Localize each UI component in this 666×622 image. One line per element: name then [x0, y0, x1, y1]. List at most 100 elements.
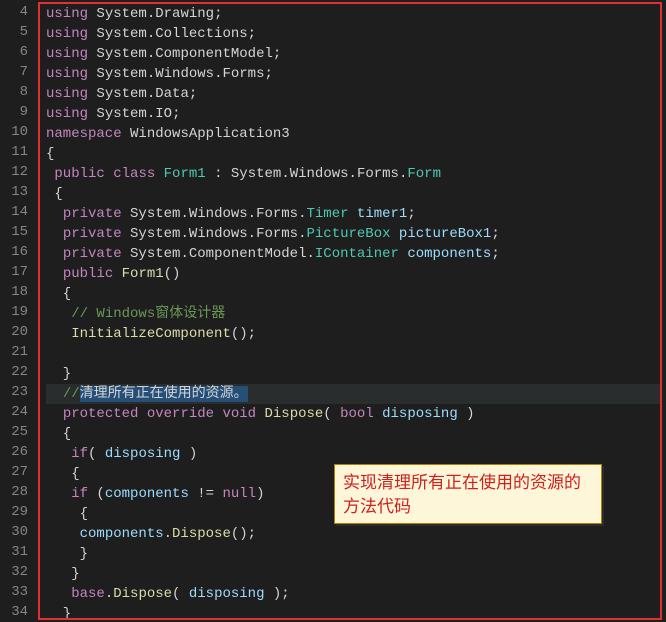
- variable: disposing: [189, 586, 265, 602]
- selected-text: 清理所有正在使用的资源。: [80, 386, 248, 402]
- code-line: using System.IO;: [46, 104, 660, 124]
- line-number: 14: [0, 202, 34, 222]
- line-number: 33: [0, 582, 34, 602]
- code-line: [46, 344, 660, 364]
- line-number: 29: [0, 502, 34, 522]
- code-line: using System.Windows.Forms;: [46, 64, 660, 84]
- code-line: base.Dispose( disposing );: [46, 584, 660, 604]
- code-line: private System.Windows.Forms.Timer timer…: [46, 204, 660, 224]
- comment-prefix: //: [63, 386, 80, 402]
- line-number: 28: [0, 482, 34, 502]
- line-number: 20: [0, 322, 34, 342]
- keyword: public: [54, 166, 104, 182]
- line-number-gutter: 4567891011121314151617181920212223242526…: [0, 0, 34, 622]
- namespace-part: Drawing: [155, 6, 214, 22]
- keyword: base: [71, 586, 105, 602]
- keyword: using: [46, 46, 88, 62]
- variable: components: [407, 246, 491, 262]
- line-number: 25: [0, 422, 34, 442]
- code-line: using System.Drawing;: [46, 4, 660, 24]
- code-line: public Form1(): [46, 264, 660, 284]
- class-name: Form1: [164, 166, 206, 182]
- code-line: components.Dispose();: [46, 524, 660, 544]
- keyword: override: [147, 406, 214, 422]
- annotation-callout: 实现清理所有正在使用的资源的方法代码: [334, 464, 602, 524]
- line-number: 12: [0, 162, 34, 182]
- line-number: 30: [0, 522, 34, 542]
- comment: // Windows窗体设计器: [71, 306, 225, 322]
- namespace-part: System: [96, 26, 146, 42]
- namespace-part: Forms: [357, 166, 399, 182]
- code-line: protected override void Dispose( bool di…: [46, 404, 660, 424]
- code-line: {: [46, 284, 660, 304]
- line-number: 23: [0, 382, 34, 402]
- code-line: using System.ComponentModel;: [46, 44, 660, 64]
- line-number: 8: [0, 82, 34, 102]
- namespace-part: ComponentModel: [189, 246, 307, 262]
- function-name: InitializeComponent: [71, 326, 231, 342]
- keyword: class: [113, 166, 155, 182]
- line-number: 21: [0, 342, 34, 362]
- namespace-part: Forms: [222, 66, 264, 82]
- namespace-part: System: [130, 206, 180, 222]
- code-line: public class Form1 : System.Windows.Form…: [46, 164, 660, 184]
- line-number: 7: [0, 62, 34, 82]
- code-line: InitializeComponent();: [46, 324, 660, 344]
- line-number: 15: [0, 222, 34, 242]
- class-name: Form: [407, 166, 441, 182]
- class-name: IContainer: [315, 246, 399, 262]
- keyword: using: [46, 66, 88, 82]
- line-number: 16: [0, 242, 34, 262]
- keyword: using: [46, 86, 88, 102]
- code-line: {: [46, 184, 660, 204]
- namespace-part: Forms: [256, 226, 298, 242]
- line-number: 13: [0, 182, 34, 202]
- variable: components: [80, 526, 164, 542]
- line-number: 9: [0, 102, 34, 122]
- variable: components: [105, 486, 189, 502]
- variable: pictureBox1: [399, 226, 491, 242]
- namespace-part: System: [96, 86, 146, 102]
- keyword: using: [46, 26, 88, 42]
- namespace-part: Windows: [155, 66, 214, 82]
- namespace-part: System: [231, 166, 281, 182]
- keyword: private: [63, 226, 122, 242]
- line-number: 27: [0, 462, 34, 482]
- keyword: null: [222, 486, 256, 502]
- keyword: if: [71, 446, 88, 462]
- keyword: using: [46, 6, 88, 22]
- code-line: // Windows窗体设计器: [46, 304, 660, 324]
- namespace-part: System: [96, 66, 146, 82]
- line-number: 10: [0, 122, 34, 142]
- variable: disposing: [382, 406, 458, 422]
- code-line: }: [46, 364, 660, 384]
- function-name: Form1: [122, 266, 164, 282]
- keyword: private: [63, 206, 122, 222]
- code-line: using System.Collections;: [46, 24, 660, 44]
- namespace-part: Data: [155, 86, 189, 102]
- namespace-part: System: [130, 226, 180, 242]
- keyword: namespace: [46, 126, 122, 142]
- code-line: private System.ComponentModel.IContainer…: [46, 244, 660, 264]
- namespace-part: Forms: [256, 206, 298, 222]
- line-number: 5: [0, 22, 34, 42]
- line-number: 18: [0, 282, 34, 302]
- keyword: private: [63, 246, 122, 262]
- code-line: }: [46, 564, 660, 584]
- namespace-part: System: [130, 246, 180, 262]
- code-line-current: //清理所有正在使用的资源。: [46, 384, 660, 404]
- keyword: bool: [340, 406, 374, 422]
- code-line: }: [46, 544, 660, 564]
- class-name: Timer: [307, 206, 349, 222]
- function-name: Dispose: [113, 586, 172, 602]
- line-number: 11: [0, 142, 34, 162]
- function-name: Dispose: [172, 526, 231, 542]
- namespace-part: Windows: [189, 206, 248, 222]
- namespace-part: Collections: [155, 26, 247, 42]
- class-name: PictureBox: [307, 226, 391, 242]
- line-number: 19: [0, 302, 34, 322]
- variable: disposing: [105, 446, 181, 462]
- namespace-name: WindowsApplication3: [130, 126, 290, 142]
- code-line: }: [46, 604, 660, 620]
- code-area[interactable]: using System.Drawing; using System.Colle…: [38, 2, 662, 620]
